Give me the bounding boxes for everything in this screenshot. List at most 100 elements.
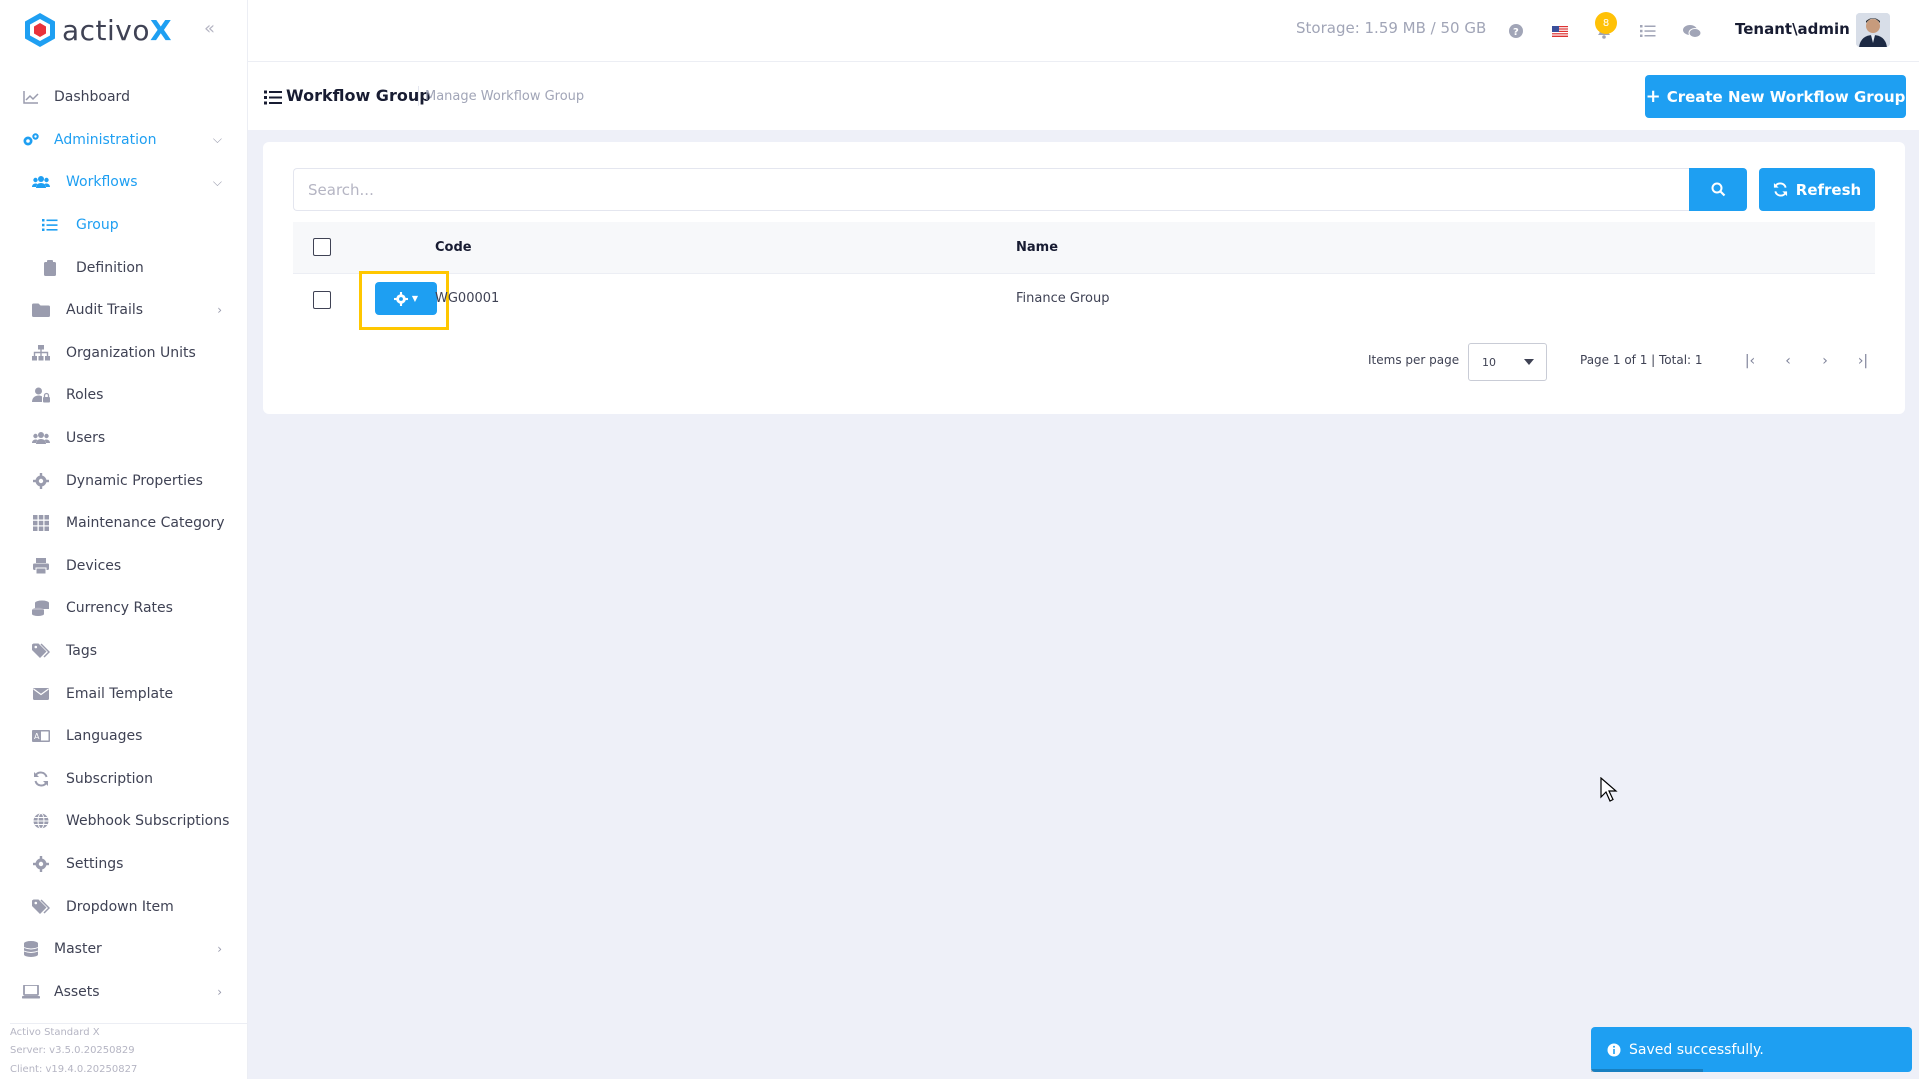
sidebar-item-label: Email Template [66, 685, 174, 702]
sidebar-item-label: Webhook Subscriptions [66, 813, 230, 830]
sidebar-item-devices[interactable]: Devices [0, 545, 248, 588]
cell-name: Finance Group [1016, 291, 1110, 306]
caret-down-icon: ▼ [411, 294, 419, 303]
column-header-name[interactable]: Name [1016, 240, 1058, 255]
avatar[interactable] [1856, 13, 1890, 47]
search-icon [1711, 182, 1725, 197]
chart-line-icon [22, 88, 40, 106]
task-list-icon[interactable] [1637, 20, 1659, 42]
sidebar-item-group[interactable]: Group [0, 204, 248, 247]
search-input[interactable]: Search... [293, 168, 1689, 211]
success-toast[interactable]: Saved successfully. [1591, 1027, 1912, 1072]
hexagon-logo-icon [25, 13, 55, 47]
gear-icon [393, 291, 408, 306]
divider [418, 86, 419, 106]
sidebar-item-settings[interactable]: Settings [0, 843, 248, 886]
svg-text:?: ? [1513, 27, 1519, 38]
sidebar-item-label: Dropdown Item [66, 898, 174, 915]
sidebar: activoX « Dashboard Administration ⌵ Wor… [0, 0, 248, 1079]
sidebar-item-dropdown-item[interactable]: Dropdown Item [0, 885, 248, 928]
page-info: Page 1 of 1 | Total: 1 [1580, 353, 1703, 367]
sidebar-item-label: Audit Trails [66, 302, 144, 319]
list-icon [41, 216, 59, 234]
tags-icon [32, 642, 50, 660]
version-info: Activo Standard X Server: v3.5.0.2025082… [10, 1022, 248, 1079]
sidebar-item-label: Roles [66, 387, 104, 404]
page-subheader: Workflow Group Manage Workflow Group + C… [248, 62, 1919, 130]
sidebar-item-label: Organization Units [66, 344, 196, 361]
sidebar-item-definition[interactable]: Definition [0, 246, 248, 289]
refresh-button[interactable]: Refresh [1759, 168, 1875, 211]
chevron-down-icon: ⌵ [212, 132, 222, 147]
last-page-button[interactable]: ›| [1849, 347, 1877, 375]
sidebar-item-label: Maintenance Category [66, 515, 225, 532]
language-icon: A [32, 727, 50, 745]
sync-icon [32, 770, 50, 788]
sidebar-item-label: Settings [66, 855, 124, 872]
chevron-down-icon: ⌵ [212, 174, 222, 189]
sidebar-item-maintenance-category[interactable]: Maintenance Category [0, 502, 248, 545]
help-icon[interactable]: ? [1505, 20, 1527, 42]
database-icon [22, 940, 40, 958]
server-version: Server: v3.5.0.20250829 [10, 1045, 135, 1056]
printer-icon [32, 557, 50, 575]
select-all-checkbox[interactable] [313, 238, 331, 256]
plus-icon: + [1645, 86, 1661, 107]
items-per-page-select[interactable]: 10 [1468, 343, 1547, 381]
gear-icon [32, 855, 50, 873]
envelope-icon [32, 685, 50, 703]
sidebar-item-webhook-subscriptions[interactable]: Webhook Subscriptions [0, 800, 248, 843]
us-flag-icon[interactable] [1549, 20, 1571, 42]
mouse-cursor-icon [1600, 777, 1618, 802]
sitemap-icon [32, 344, 50, 362]
sidebar-item-administration[interactable]: Administration ⌵ [0, 119, 248, 162]
sidebar-item-dashboard[interactable]: Dashboard [0, 76, 248, 119]
workflow-group-card: Search... Refresh Code Name ▼ WG00001 Fi… [263, 142, 1905, 414]
sidebar-item-organization-units[interactable]: Organization Units [0, 332, 248, 375]
search-button[interactable] [1689, 168, 1747, 211]
sidebar-item-roles[interactable]: Roles [0, 374, 248, 417]
table-header: Code Name [293, 222, 1875, 274]
sidebar-item-dynamic-properties[interactable]: Dynamic Properties [0, 459, 248, 502]
sidebar-item-email-template[interactable]: Email Template [0, 672, 248, 715]
sidebar-item-master[interactable]: Master › [0, 928, 248, 971]
user-name[interactable]: Tenant\admin [1735, 20, 1850, 38]
chevron-right-icon: › [217, 303, 222, 318]
top-header: Storage: 1.59 MB / 50 GB ? 8 Tenant\admi… [248, 0, 1919, 62]
sidebar-item-subscription[interactable]: Subscription [0, 758, 248, 801]
chat-icon[interactable] [1681, 20, 1703, 42]
sidebar-item-audit-trails[interactable]: Audit Trails › [0, 289, 248, 332]
sidebar-menu: Dashboard Administration ⌵ Workflows ⌵ G… [0, 76, 248, 1013]
create-workflow-group-button[interactable]: + Create New Workflow Group [1645, 75, 1906, 118]
refresh-icon [1773, 182, 1787, 197]
column-header-code[interactable]: Code [435, 240, 472, 255]
grid-icon [32, 514, 50, 532]
laptop-icon [22, 983, 40, 1001]
toast-message: Saved successfully. [1629, 1041, 1764, 1058]
table-row[interactable]: ▼ WG00001 Finance Group [293, 271, 1875, 330]
sidebar-item-label: Languages [66, 728, 143, 745]
sidebar-item-tags[interactable]: Tags [0, 630, 248, 673]
chevron-right-icon: › [217, 942, 222, 957]
users-icon [32, 429, 50, 447]
sidebar-item-workflows[interactable]: Workflows ⌵ [0, 161, 248, 204]
page-subtitle: Manage Workflow Group [425, 89, 585, 104]
coins-icon [32, 599, 50, 617]
cell-code: WG00001 [435, 291, 500, 306]
row-checkbox[interactable] [313, 291, 331, 309]
items-per-page-value: 10 [1482, 355, 1496, 369]
first-page-button[interactable]: |‹ [1736, 347, 1764, 375]
toast-progress-bar [1591, 1069, 1704, 1072]
users-icon [32, 173, 50, 191]
row-actions-button[interactable]: ▼ [375, 282, 437, 315]
sidebar-item-assets[interactable]: Assets › [0, 970, 248, 1013]
previous-page-button[interactable]: ‹ [1774, 347, 1802, 375]
sidebar-item-label: Subscription [66, 770, 153, 787]
next-page-button[interactable]: › [1811, 347, 1839, 375]
collapse-sidebar-icon[interactable]: « [204, 18, 224, 39]
tags-icon [32, 898, 50, 916]
sidebar-item-users[interactable]: Users [0, 417, 248, 460]
sidebar-item-currency-rates[interactable]: Currency Rates [0, 587, 248, 630]
page-title: Workflow Group [286, 86, 431, 105]
sidebar-item-languages[interactable]: A Languages [0, 715, 248, 758]
